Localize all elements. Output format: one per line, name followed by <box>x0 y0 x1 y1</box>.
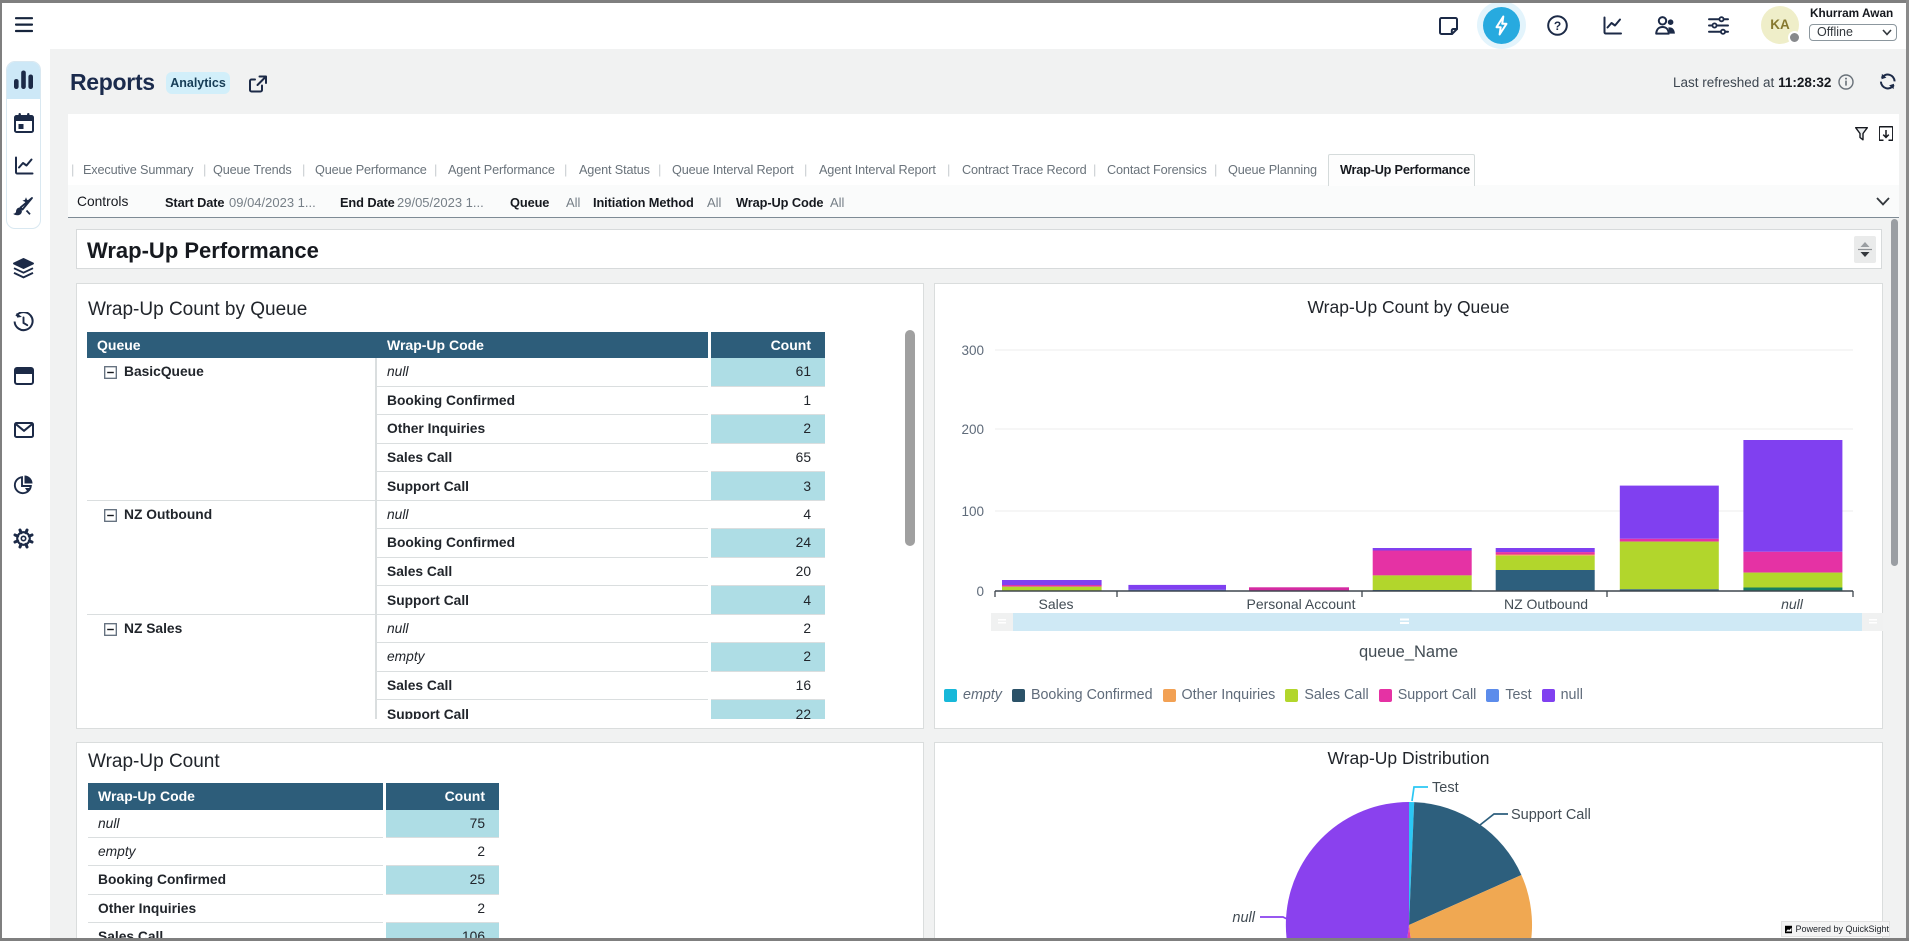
svg-text:0: 0 <box>976 584 984 599</box>
svg-text:null: null <box>1232 910 1255 926</box>
svg-text:Support Call: Support Call <box>1511 807 1591 823</box>
svg-text:200: 200 <box>961 422 984 437</box>
svg-text:?: ? <box>1554 19 1561 33</box>
svg-text:Personal Account: Personal Account <box>1247 596 1356 612</box>
svg-text:Sales: Sales <box>1038 596 1073 612</box>
svg-text:NZ Outbound: NZ Outbound <box>1504 596 1588 612</box>
svg-text:null: null <box>1781 596 1804 612</box>
svg-text:300: 300 <box>961 343 984 358</box>
svg-text:100: 100 <box>961 504 984 519</box>
svg-text:Test: Test <box>1432 780 1459 796</box>
